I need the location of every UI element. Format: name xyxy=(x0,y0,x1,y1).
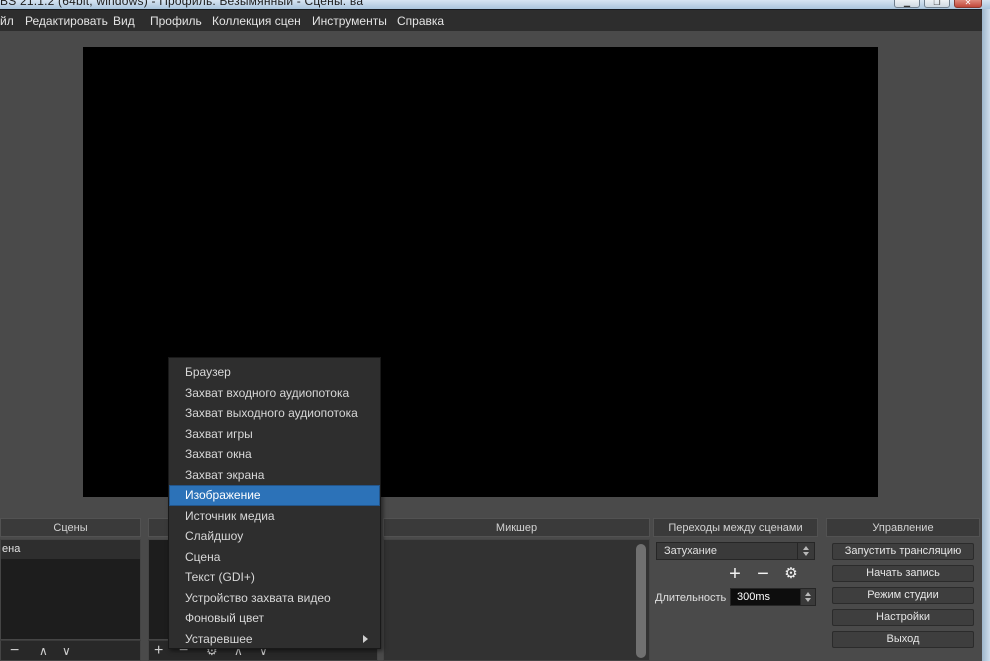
ctx-item-slideshow[interactable]: Слайдшоу xyxy=(169,526,380,547)
transition-select-spinner[interactable] xyxy=(797,543,814,559)
menu-help[interactable]: Справка xyxy=(397,10,444,32)
scenes-panel-header: Сцены xyxy=(0,518,141,537)
menu-profile[interactable]: Профиль xyxy=(150,10,202,32)
ctx-item-scene[interactable]: Сцена xyxy=(169,547,380,568)
mixer-panel-header: Микшер xyxy=(383,518,650,537)
start-streaming-button[interactable]: Запустить трансляцию xyxy=(832,543,974,560)
maximize-button[interactable]: ❐ xyxy=(924,0,950,8)
ctx-item-game-capture[interactable]: Захват игры xyxy=(169,424,380,445)
menu-view[interactable]: Вид xyxy=(113,10,135,32)
add-source-context-menu: Браузер Захват входного аудиопотока Захв… xyxy=(168,357,381,649)
remove-scene-icon[interactable]: − xyxy=(10,641,28,661)
spin-up-icon xyxy=(803,546,809,550)
duration-value: 300ms xyxy=(737,591,770,603)
submenu-arrow-icon xyxy=(363,635,368,643)
scenes-panel: Сцены ена + − ∧ ∨ xyxy=(0,518,141,661)
ctx-item-audio-output[interactable]: Захват выходного аудиопотока xyxy=(169,403,380,424)
menu-file[interactable]: йл xyxy=(0,10,14,32)
ctx-item-media-source[interactable]: Источник медиа xyxy=(169,506,380,527)
duration-spinner[interactable] xyxy=(800,589,815,605)
studio-mode-button[interactable]: Режим студии xyxy=(832,587,974,604)
start-recording-button[interactable]: Начать запись xyxy=(832,565,974,582)
scenes-list: ена xyxy=(0,539,141,640)
minimize-button[interactable]: ▁ xyxy=(894,0,920,8)
controls-panel-header: Управление xyxy=(826,518,980,537)
ctx-item-deprecated[interactable]: Устаревшее xyxy=(169,629,380,650)
transitions-panel-header: Переходы между сценами xyxy=(653,518,818,537)
scene-down-icon[interactable]: ∨ xyxy=(62,641,78,661)
ctx-item-image[interactable]: Изображение xyxy=(169,485,380,506)
transitions-panel: Переходы между сценами Затухание + − ⚙ Д… xyxy=(653,518,818,661)
window-title: BS 21.1.2 (64bit, windows) - Профиль: Бе… xyxy=(0,0,363,8)
ctx-item-window-capture[interactable]: Захват окна xyxy=(169,444,380,465)
transition-buttons: + − ⚙ xyxy=(723,562,815,586)
remove-transition-icon[interactable]: − xyxy=(751,562,775,586)
mixer-scrollbar-thumb[interactable] xyxy=(636,544,646,658)
transition-select[interactable]: Затухание xyxy=(656,542,815,560)
menu-edit[interactable]: Редактировать xyxy=(25,10,108,32)
spin-down-icon xyxy=(803,552,809,556)
duration-spinbox[interactable]: 300ms xyxy=(730,588,816,606)
menubar: йл Редактировать Вид Профиль Коллекция с… xyxy=(0,9,990,31)
scene-list-item[interactable]: ена xyxy=(1,540,140,559)
spin-down-icon xyxy=(805,598,811,602)
scenes-toolbar: + − ∧ ∨ xyxy=(0,640,141,661)
window-right-border xyxy=(982,9,990,661)
settings-button[interactable]: Настройки xyxy=(832,609,974,626)
transition-select-value: Затухание xyxy=(664,545,717,557)
scene-up-icon[interactable]: ∧ xyxy=(39,641,55,661)
ctx-item-video-capture-device[interactable]: Устройство захвата видео xyxy=(169,588,380,609)
spin-up-icon xyxy=(805,592,811,596)
ctx-item-color-source[interactable]: Фоновый цвет xyxy=(169,608,380,629)
menu-tools[interactable]: Инструменты xyxy=(312,10,387,32)
ctx-item-audio-input[interactable]: Захват входного аудиопотока xyxy=(169,383,380,404)
titlebar: BS 21.1.2 (64bit, windows) - Профиль: Бе… xyxy=(0,0,990,9)
mixer-panel: Микшер xyxy=(383,518,650,661)
ctx-item-deprecated-label: Устаревшее xyxy=(185,632,253,646)
mixer-body xyxy=(383,539,650,661)
mixer-scrollbar[interactable] xyxy=(635,544,647,658)
add-transition-icon[interactable]: + xyxy=(723,562,747,586)
close-button[interactable]: ✕ xyxy=(954,0,982,8)
duration-label: Длительность xyxy=(655,592,726,604)
ctx-item-browser[interactable]: Браузер xyxy=(169,362,380,383)
menu-scene-collection[interactable]: Коллекция сцен xyxy=(212,10,301,32)
transition-properties-gear-icon[interactable]: ⚙ xyxy=(779,562,803,586)
ctx-item-text-gdi[interactable]: Текст (GDI+) xyxy=(169,567,380,588)
exit-button[interactable]: Выход xyxy=(832,631,974,648)
ctx-item-display-capture[interactable]: Захват экрана xyxy=(169,465,380,486)
controls-panel: Управление Запустить трансляцию Начать з… xyxy=(826,518,980,661)
add-scene-icon[interactable]: + xyxy=(0,641,5,661)
